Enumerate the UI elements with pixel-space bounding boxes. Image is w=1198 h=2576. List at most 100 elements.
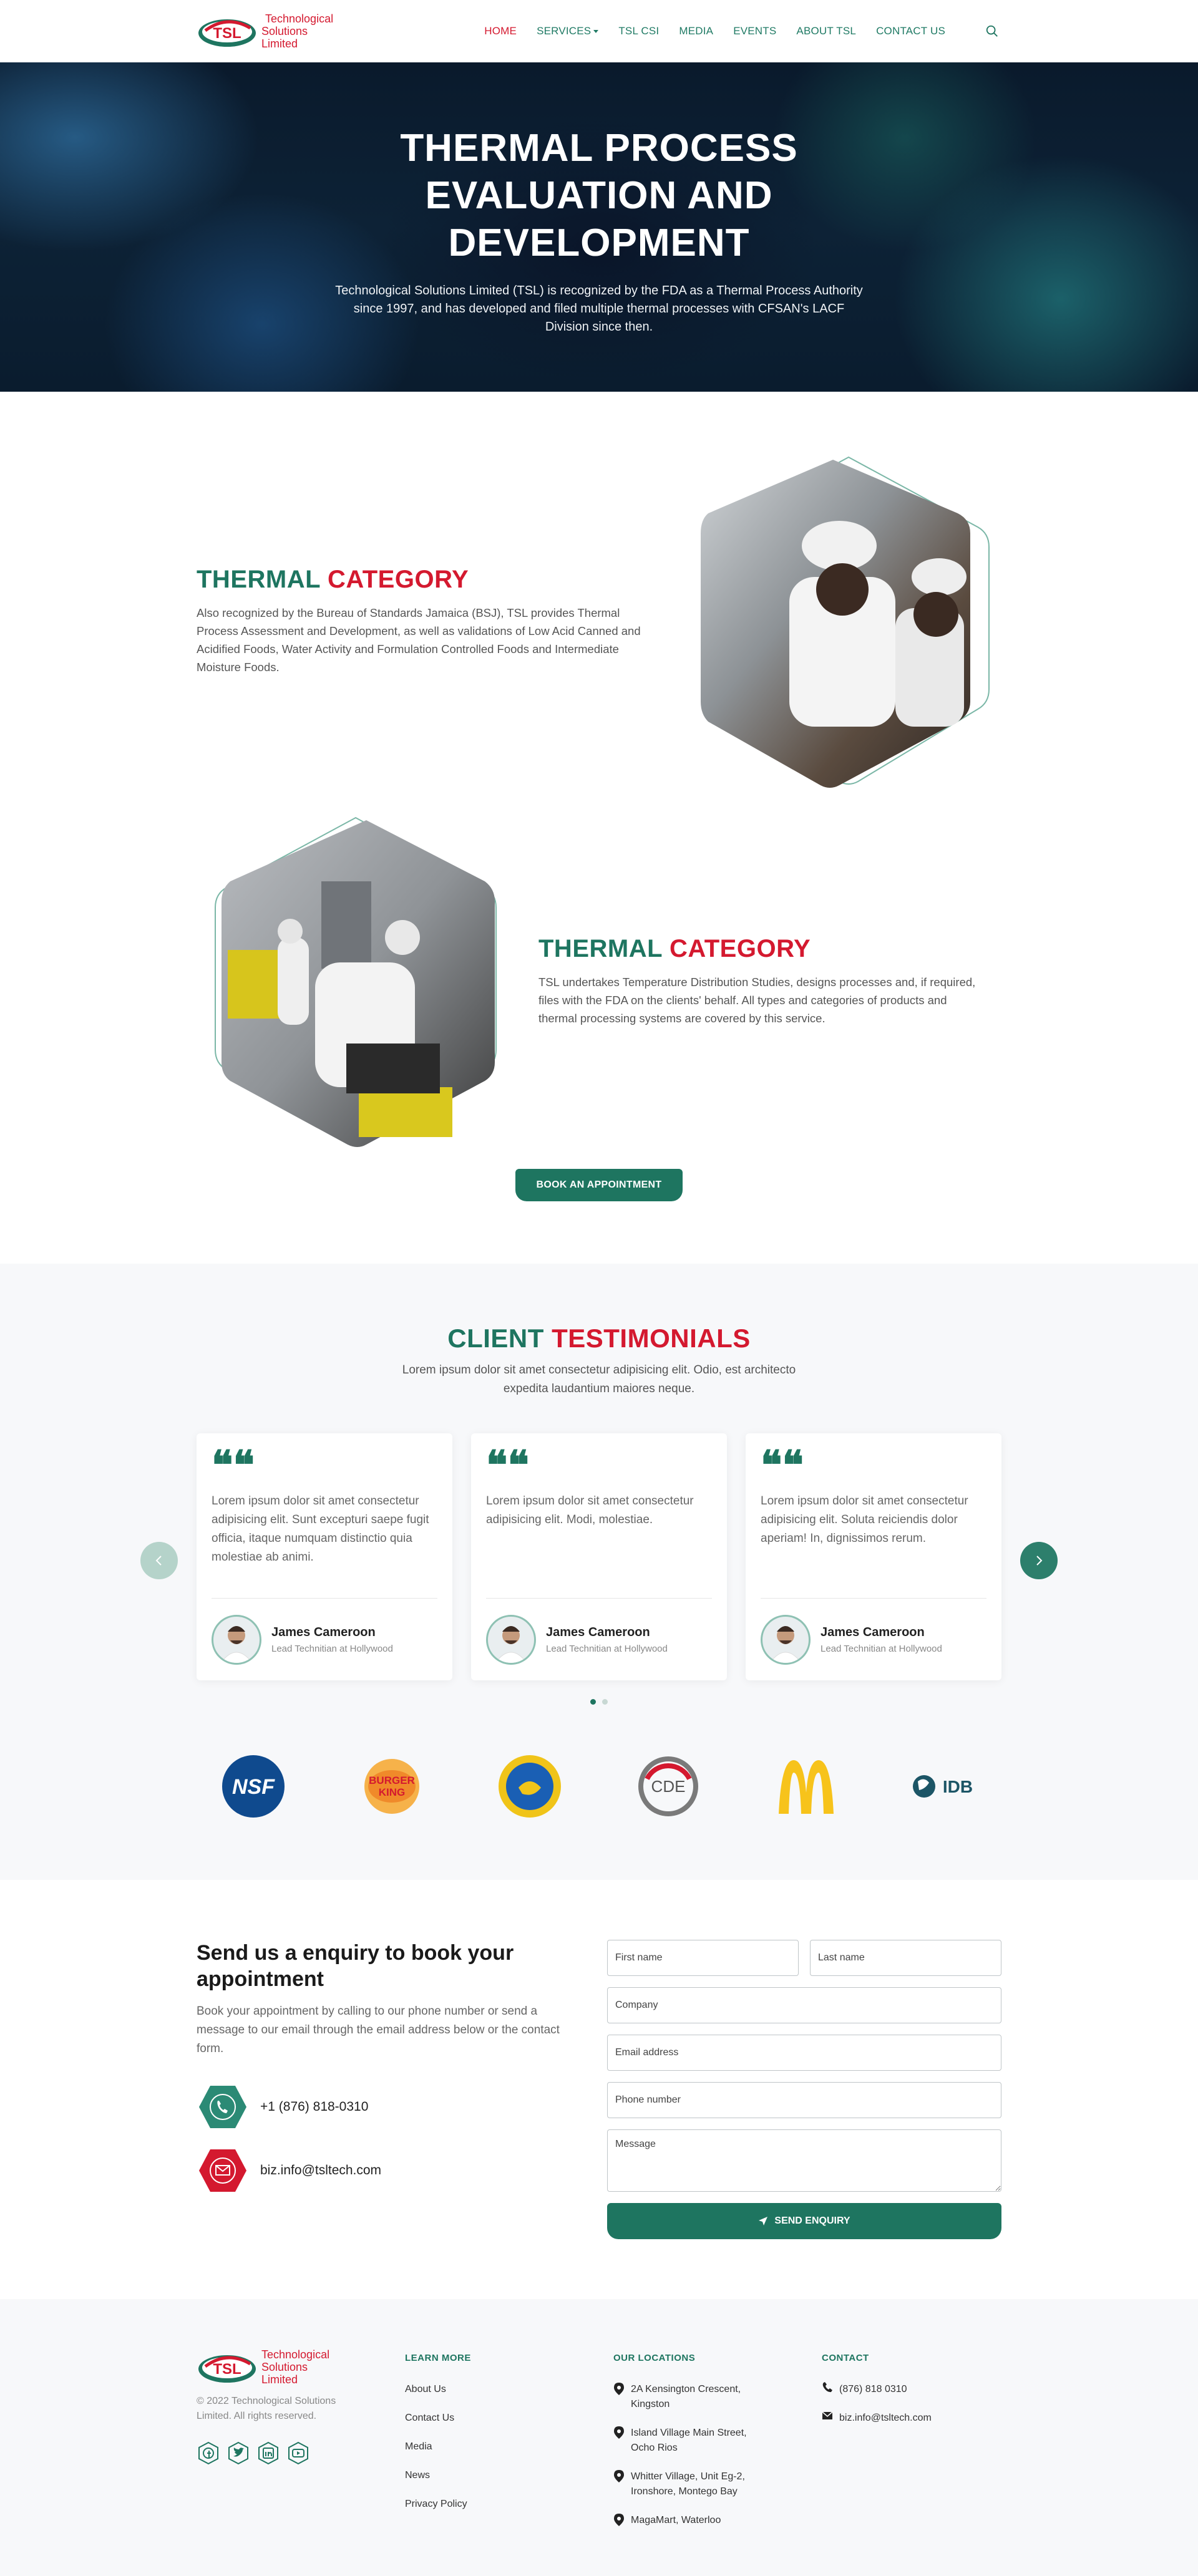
testimonial-quote: Lorem ipsum dolor sit amet consectetur a… [761,1494,968,1545]
book-appointment-button[interactable]: BOOK AN APPOINTMENT [515,1169,683,1201]
map-pin-icon [614,2470,624,2482]
tsl-logo-text: Technological Solutions Limited [261,2348,330,2386]
chevron-right-icon [1036,1556,1043,1566]
testimonial-carousel: ❝❝ Lorem ipsum dolor sit amet consectetu… [140,1433,1058,1680]
carousel-dot-2[interactable] [602,1699,608,1705]
svg-text:CDE: CDE [651,1777,685,1796]
carousel-prev-button[interactable] [140,1542,178,1579]
thermal-text-1: THERMAL CATEGORY Also recognized by the … [197,566,652,676]
testimonials-title: CLIENT TESTIMONIALS [447,1324,751,1353]
search-icon [986,25,998,37]
testimonials-subtitle: Lorem ipsum dolor sit amet consectetur a… [402,1363,796,1395]
location-item: Island Village Main Street, Ocho Rios [613,2426,822,2456]
hero-title: THERMAL PROCESS EVALUATION AND DEVELOPME… [400,127,798,264]
nav-tsl-csi[interactable]: TSL CSI [618,25,659,37]
cde-logo: CDE [634,1752,703,1821]
testimonial-quote: Lorem ipsum dolor sit amet consectetur a… [212,1494,429,1564]
testimonials-section: CLIENT TESTIMONIALS Lorem ipsum dolor si… [0,1264,1198,1880]
burger-king-logo: BURGER KING [358,1752,426,1821]
contact-title: Send us a enquiry to book your appointme… [197,1941,514,1991]
carousel-pagination [197,1699,1001,1705]
contact-email[interactable]: biz.info@tsltech.com [197,2147,577,2194]
nav-home[interactable]: HOME [484,25,517,37]
footer-phone[interactable]: (876) 818 0310 [822,2382,1001,2397]
youtube-icon[interactable] [286,2441,310,2465]
nav-events[interactable]: EVENTS [733,25,776,37]
contact-section: Send us a enquiry to book your appointme… [0,1880,1198,2299]
copyright: © 2022 Technological Solutions Limited. … [197,2396,336,2421]
footer-link-news[interactable]: News [405,2468,613,2483]
testimonial-card: ❝❝ Lorem ipsum dolor sit amet consectetu… [746,1433,1001,1680]
contact-phone[interactable]: +1 (876) 818-0310 [197,2083,577,2131]
carousel-dot-1[interactable] [590,1699,596,1705]
hero-banner: THERMAL PROCESS EVALUATION AND DEVELOPME… [0,62,1198,392]
thermal-text-2: THERMAL CATEGORY TSL undertakes Temperat… [538,935,988,1027]
linkedin-icon[interactable] [256,2441,280,2465]
map-pin-icon [614,2426,624,2439]
main-menu: HOME SERVICES TSL CSI MEDIA EVENTS ABOUT… [484,25,945,37]
contact-text: Book your appointment by calling to our … [197,2005,560,2055]
footer-link-about[interactable]: About Us [405,2382,613,2397]
twitter-icon[interactable] [226,2441,250,2465]
tsl-logo[interactable]: TSL Technological Solutions Limited [197,12,333,51]
enquiry-form: SEND ENQUIRY [607,1940,1001,2239]
facebook-icon[interactable] [197,2441,220,2465]
reviewer-role: Lead Technitian at Hollywood [546,1644,668,1654]
thermal-section: THERMAL CATEGORY Also recognized by the … [0,392,1198,1264]
quote-icon: ❝❝ [212,1442,255,1489]
email-field[interactable] [607,2035,1001,2071]
email-icon [199,2149,246,2192]
avatar [212,1615,261,1665]
testimonial-card: ❝❝ Lorem ipsum dolor sit amet consectetu… [471,1433,727,1680]
message-field[interactable] [607,2129,1001,2192]
phone-icon [822,2382,832,2393]
svg-text:BURGER: BURGER [369,1775,415,1786]
search-button[interactable] [983,22,1001,41]
footer-link-media[interactable]: Media [405,2439,613,2454]
phone-field[interactable] [607,2082,1001,2118]
location-item: Whitter Village, Unit Eg-2, Ironshore, M… [613,2469,822,2499]
footer-link-privacy[interactable]: Privacy Policy [405,2497,613,2512]
footer-brand: TSL Technological Solutions Limited © 20… [197,2348,405,2542]
footer-locations-title: OUR LOCATIONS [613,2353,696,2363]
top-navbar: TSL Technological Solutions Limited HOME… [0,0,1198,62]
quote-icon: ❝❝ [486,1442,529,1489]
nav-media[interactable]: MEDIA [679,25,713,37]
thermal-desc-2: TSL undertakes Temperature Distribution … [538,976,976,1025]
location-item: 2A Kensington Crescent, Kingston [613,2382,822,2412]
nsf-logo: NSF [219,1752,288,1821]
footer-email[interactable]: biz.info@tsltech.com [822,2411,1001,2426]
last-name-field[interactable] [810,1940,1001,1976]
idb-logo: IDB [910,1752,979,1821]
thermal-row-1: THERMAL CATEGORY Also recognized by the … [197,449,1001,792]
footer-contact-title: CONTACT [822,2353,869,2363]
thermal-title-2: THERMAL CATEGORY [538,935,811,962]
thermal-row-2: THERMAL CATEGORY TSL undertakes Temperat… [197,807,1001,1155]
development-bank-seal [495,1752,564,1821]
nav-services[interactable]: SERVICES [537,25,599,37]
nav-about[interactable]: ABOUT TSL [796,25,856,37]
company-field[interactable] [607,1987,1001,2023]
reviewer-name: James Cameroon [821,1625,925,1639]
quote-icon: ❝❝ [761,1442,804,1489]
carousel-next-button[interactable] [1020,1542,1058,1579]
send-enquiry-button[interactable]: SEND ENQUIRY [607,2203,1001,2239]
tsl-logo-mark: TSL [197,2348,258,2386]
phone-icon [199,2086,246,2128]
site-footer: TSL Technological Solutions Limited © 20… [0,2299,1198,2576]
first-name-field[interactable] [607,1940,799,1976]
footer-logo[interactable]: TSL Technological Solutions Limited [197,2348,405,2386]
tsl-logo-text: Technological Solutions Limited [261,12,334,50]
nav-contact[interactable]: CONTACT US [876,25,945,37]
social-links [197,2441,405,2465]
thermal-image-2 [203,813,509,1150]
hero-text: Technological Solutions Limited (TSL) is… [335,284,863,334]
reviewer-name: James Cameroon [271,1625,376,1639]
svg-text:TSL: TSL [213,2361,241,2378]
svg-text:NSF: NSF [232,1775,275,1799]
avatar [761,1615,811,1665]
chevron-left-icon [155,1556,162,1566]
thermal-desc-1: Also recognized by the Bureau of Standar… [197,606,641,674]
footer-link-contact[interactable]: Contact Us [405,2411,613,2426]
reviewer-role: Lead Technitian at Hollywood [821,1644,942,1654]
